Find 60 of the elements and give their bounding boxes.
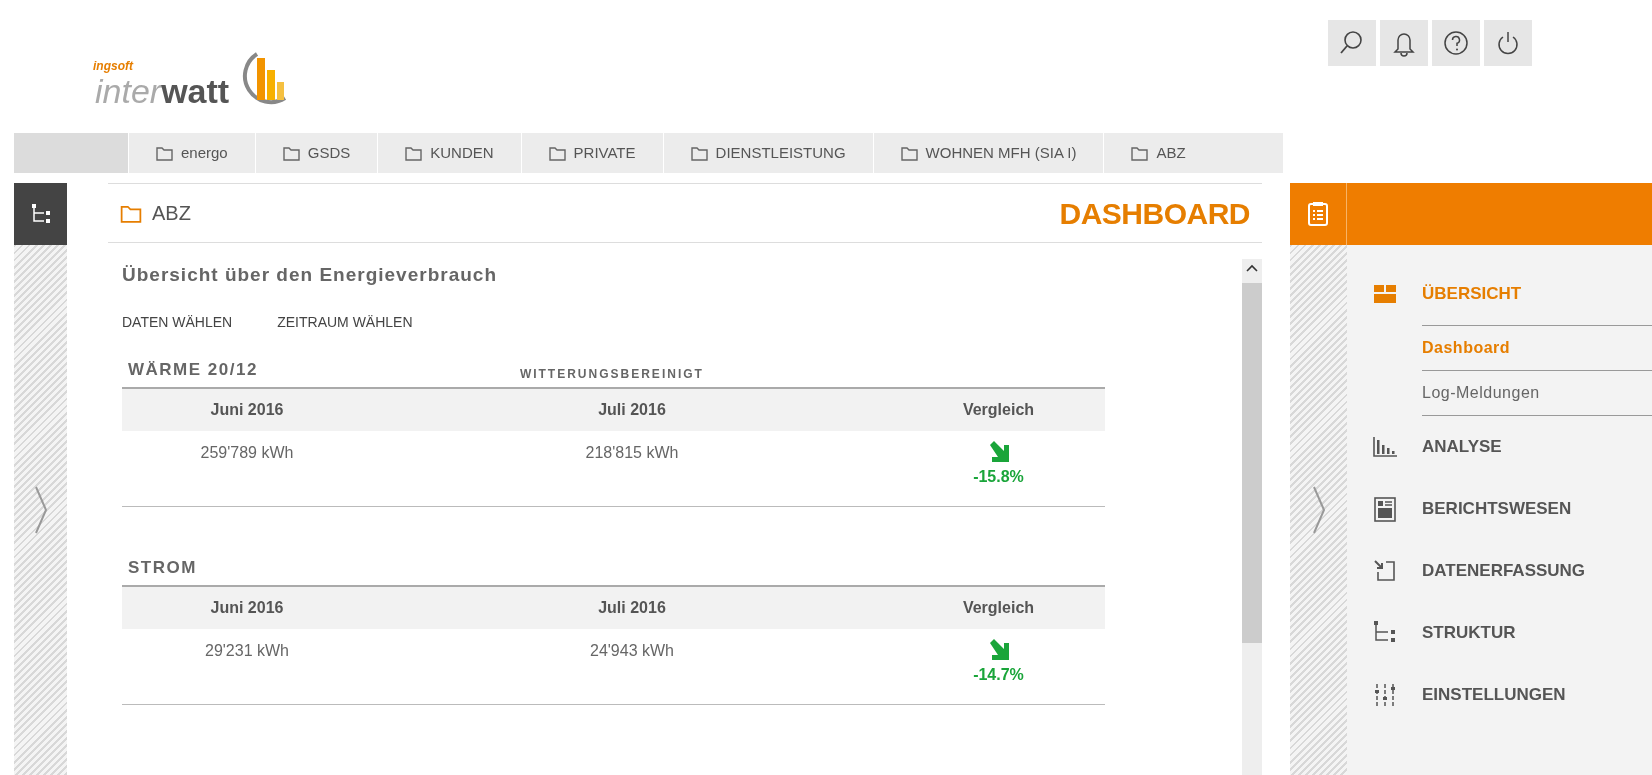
column-header: Juni 2016	[209, 597, 285, 618]
folder-name: ABZ	[152, 201, 191, 226]
breadcrumb-tab[interactable]: PRIVATE	[520, 133, 663, 173]
list-icon	[1307, 201, 1329, 227]
nav-item[interactable]: STRUKTUR	[1347, 602, 1652, 664]
section-note: WITTERUNGSBEREINIGT	[519, 365, 704, 383]
structure-button[interactable]	[14, 183, 67, 245]
submenu-item[interactable]: Log-Meldungen	[1422, 370, 1652, 415]
column-header: Vergleich	[961, 597, 1036, 618]
table-cell-text: 29'231 kWh	[204, 640, 290, 661]
chevron-right-icon[interactable]	[1310, 485, 1327, 535]
column-header: Vergleich	[961, 399, 1036, 420]
nav-item[interactable]: DATENERFASSUNG	[1347, 540, 1652, 602]
nav-item[interactable]: ANALYSE	[1347, 416, 1652, 478]
table-cell-text: 24'943 kWh	[589, 640, 675, 661]
power-button[interactable]	[1484, 20, 1532, 66]
report-icon	[1371, 496, 1398, 522]
folder-icon	[282, 145, 300, 161]
logo-wordmark: interwatt	[95, 72, 230, 110]
page-title: DASHBOARD	[1059, 195, 1250, 232]
nav-item[interactable]: BERICHTSWESEN	[1347, 478, 1652, 540]
table-cell-text: 218'815 kWh	[584, 442, 680, 463]
change-value: -14.7%	[973, 664, 1024, 685]
menu-link[interactable]: DATEN WÄHLEN	[122, 311, 233, 333]
section-heading: Übersicht über den Energieverbrauch	[122, 263, 498, 287]
help-button[interactable]	[1432, 20, 1480, 66]
column-header: Juli 2016	[597, 597, 667, 618]
menu-link[interactable]: ZEITRAUM WÄHLEN	[277, 311, 413, 333]
brand-text: ingsoft	[93, 60, 133, 72]
breadcrumb-tab[interactable]: KUNDEN	[377, 133, 521, 173]
folder-icon	[405, 145, 423, 161]
change-value: -15.8%	[973, 466, 1024, 487]
table-cell-text: 259'789 kWh	[199, 442, 295, 463]
folder-icon	[1131, 145, 1149, 161]
column-header: Juni 2016	[209, 399, 285, 420]
scrollbar-thumb[interactable]	[1242, 283, 1262, 643]
folder-icon	[900, 145, 918, 161]
scrollbar[interactable]	[1242, 259, 1262, 775]
section-title: WÄRME 20/12	[127, 359, 258, 381]
folder-icon	[548, 145, 566, 161]
arrow-down-right-icon	[987, 440, 1010, 463]
folder-icon	[690, 145, 708, 161]
breadcrumb-tab[interactable]: ABZ	[1103, 133, 1213, 173]
arrow-down-right-icon	[987, 638, 1010, 661]
help-icon	[1442, 29, 1470, 57]
tree-icon	[29, 203, 52, 225]
folder-icon	[156, 145, 173, 161]
notifications-button[interactable]	[1380, 20, 1428, 66]
breadcrumb-tab[interactable]: energo	[128, 133, 255, 173]
column-header: Juli 2016	[597, 399, 667, 420]
breadcrumb-tab[interactable]: DIENSTLEISTUNG	[662, 133, 873, 173]
breadcrumb-tab[interactable]: WOHNEN MFH (SIA I)	[872, 133, 1104, 173]
chevron-right-icon[interactable]	[32, 485, 49, 535]
folder-icon	[120, 203, 142, 223]
import-icon	[1371, 558, 1398, 584]
section-title: STROM	[127, 557, 197, 579]
breadcrumb-tab[interactable]: GSDS	[254, 133, 378, 173]
nav-item[interactable]: EINSTELLUNGEN	[1347, 664, 1652, 726]
search-button[interactable]	[1328, 20, 1376, 66]
bar-chart-icon	[1371, 434, 1398, 460]
